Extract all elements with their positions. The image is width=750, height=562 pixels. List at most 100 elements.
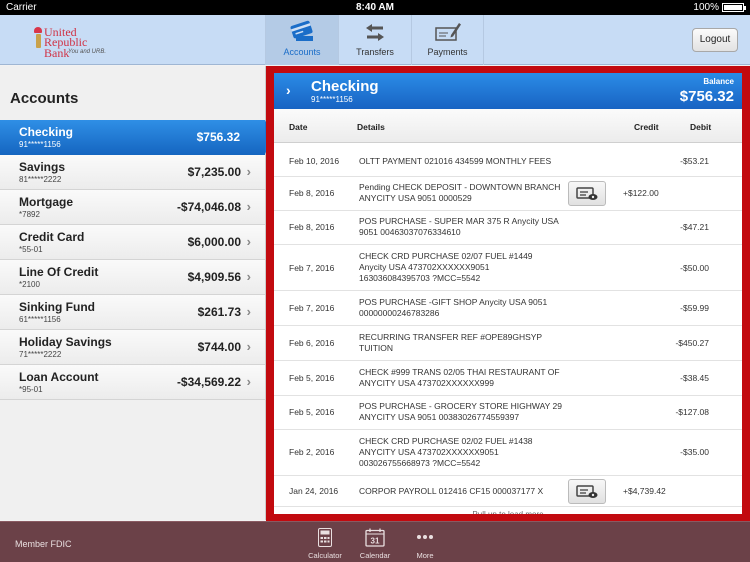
transaction-date: Feb 8, 2016 xyxy=(289,222,335,232)
transaction-row[interactable]: Feb 2, 2016 CHECK CRD PURCHASE 02/02 FUE… xyxy=(274,430,742,476)
chevron-right-icon: › xyxy=(246,234,251,249)
check-image-icon xyxy=(576,484,598,498)
tab-accounts[interactable]: Accounts xyxy=(265,15,338,65)
tab-transfers[interactable]: Transfers xyxy=(338,15,411,65)
credit-card-icon xyxy=(266,15,338,43)
sidebar-title: Accounts xyxy=(10,90,79,107)
transaction-debit: -$50.00 xyxy=(680,263,709,273)
logo-tagline: You and URB. xyxy=(67,49,106,55)
more-dots-icon xyxy=(405,527,445,547)
account-item-credit-card[interactable]: Credit Card *55-01 $6,000.00 › xyxy=(0,225,265,260)
transaction-debit: -$35.00 xyxy=(680,447,709,457)
tab-payments-label: Payments xyxy=(427,47,468,57)
transaction-date: Feb 2, 2016 xyxy=(289,447,335,457)
account-number: *2100 xyxy=(19,280,40,289)
transaction-debit: -$53.21 xyxy=(680,156,709,166)
account-name: Line Of Credit xyxy=(19,265,99,279)
account-number: *95-01 xyxy=(19,385,43,394)
transaction-details: POS PURCHASE - SUPER MAR 375 R Anycity U… xyxy=(359,216,559,237)
account-item-loan-account[interactable]: Loan Account *95-01 -$34,569.22 › xyxy=(0,365,265,400)
expand-chevron-icon[interactable]: › xyxy=(286,82,291,98)
transaction-details: RECURRING TRANSFER REF #OPE89GHSYP TUITI… xyxy=(359,332,542,353)
transaction-row[interactable]: Feb 5, 2016 CHECK #999 TRANS 02/05 THAI … xyxy=(274,361,742,396)
detail-account-number: 91*****1156 xyxy=(311,95,353,104)
calculator-icon xyxy=(305,527,345,547)
column-date[interactable]: Date xyxy=(289,122,307,132)
account-name: Sinking Fund xyxy=(19,300,95,314)
column-debit: Debit xyxy=(690,122,712,132)
transaction-date: Feb 6, 2016 xyxy=(289,338,335,348)
bank-logo: United Republic Bank You and URB. xyxy=(30,25,110,59)
chevron-right-icon: › xyxy=(246,339,251,354)
transaction-row[interactable]: Feb 10, 2016 OLTT PAYMENT 021016 434599 … xyxy=(274,144,742,177)
transaction-row[interactable]: Feb 7, 2016 POS PURCHASE -GIFT SHOP Anyc… xyxy=(274,291,742,326)
chevron-right-icon: › xyxy=(246,374,251,389)
battery-icon xyxy=(722,3,746,12)
account-balance: $7,235.00 xyxy=(187,165,241,179)
account-item-mortgage[interactable]: Mortgage *7892 -$74,046.08 › xyxy=(0,190,265,225)
account-detail-panel: › Checking 91*****1156 Balance $756.32 D… xyxy=(274,73,742,514)
transaction-details: CHECK #999 TRANS 02/05 THAI RESTAURANT O… xyxy=(359,367,560,388)
transaction-row[interactable]: Feb 8, 2016 POS PURCHASE - SUPER MAR 375… xyxy=(274,211,742,245)
transaction-date: Feb 5, 2016 xyxy=(289,373,335,383)
transaction-credit: +$4,739.42 xyxy=(623,486,666,496)
account-name: Loan Account xyxy=(19,370,99,384)
tab-payments[interactable]: Payments xyxy=(411,15,484,65)
transaction-date: Feb 8, 2016 xyxy=(289,188,335,198)
transaction-debit: -$38.45 xyxy=(680,373,709,383)
transaction-details: POS PURCHASE - GROCERY STORE HIGHWAY 29 … xyxy=(359,401,562,422)
calculator-button[interactable]: Calculator xyxy=(305,527,345,560)
chevron-right-icon: › xyxy=(246,164,251,179)
view-check-image-button[interactable] xyxy=(568,479,606,504)
account-balance: $744.00 xyxy=(197,340,241,354)
account-item-line-of-credit[interactable]: Line Of Credit *2100 $4,909.56 › xyxy=(0,260,265,295)
transaction-debit: -$450.27 xyxy=(675,338,709,348)
transactions-header: Date Details Credit Debit xyxy=(274,109,742,143)
clock: 8:40 AM xyxy=(356,2,394,13)
account-number: 81*****2222 xyxy=(19,175,62,184)
account-item-savings[interactable]: Savings 81*****2222 $7,235.00 › xyxy=(0,155,265,190)
check-image-icon xyxy=(576,186,598,200)
transaction-details: CORPOR PAYROLL 012416 CF15 000037177 X xyxy=(359,486,544,496)
footer-toolbar: Member FDIC Calculator 31 Calendar More xyxy=(0,521,750,562)
transaction-date: Feb 7, 2016 xyxy=(289,263,335,273)
calendar-icon: 31 xyxy=(355,527,395,547)
transaction-row[interactable]: Jan 24, 2016 CORPOR PAYROLL 012416 CF15 … xyxy=(274,476,742,507)
status-bar: Carrier 8:40 AM 100% xyxy=(0,0,750,15)
tab-transfers-label: Transfers xyxy=(356,47,394,57)
account-number: *55-01 xyxy=(19,245,43,254)
calculator-label: Calculator xyxy=(308,551,342,560)
transaction-details: CHECK CRD PURCHASE 02/02 FUEL #1438 ANYC… xyxy=(359,436,533,468)
transaction-row[interactable]: Feb 6, 2016 RECURRING TRANSFER REF #OPE8… xyxy=(274,326,742,361)
svg-text:31: 31 xyxy=(371,536,380,545)
account-item-holiday-savings[interactable]: Holiday Savings 71*****2222 $744.00 › xyxy=(0,330,265,365)
account-item-checking[interactable]: Checking 91*****1156 $756.32 xyxy=(0,120,273,155)
calendar-button[interactable]: 31 Calendar xyxy=(355,527,395,560)
transaction-row[interactable]: Feb 5, 2016 POS PURCHASE - GROCERY STORE… xyxy=(274,396,742,430)
account-balance: $261.73 xyxy=(197,305,241,319)
account-detail-frame: › Checking 91*****1156 Balance $756.32 D… xyxy=(266,66,750,521)
account-balance: -$74,046.08 xyxy=(176,200,241,214)
more-label: More xyxy=(416,551,434,560)
load-more-label[interactable]: Pull up to load more xyxy=(274,510,742,514)
account-balance: $6,000.00 xyxy=(187,235,241,249)
account-name: Holiday Savings xyxy=(19,335,112,349)
more-button[interactable]: More xyxy=(405,527,445,560)
column-credit: Credit xyxy=(634,122,659,132)
account-number: 71*****2222 xyxy=(19,350,62,359)
transaction-row[interactable]: Feb 7, 2016 CHECK CRD PURCHASE 02/07 FUE… xyxy=(274,245,742,291)
view-check-image-button[interactable] xyxy=(568,181,606,206)
column-details: Details xyxy=(357,122,385,132)
transaction-details: Pending CHECK DEPOSIT - DOWNTOWN BRANCH … xyxy=(359,182,561,203)
account-number: 61*****1156 xyxy=(19,315,61,324)
logout-button[interactable]: Logout xyxy=(692,28,738,52)
accounts-sidebar: Accounts Checking 91*****1156 $756.32 Sa… xyxy=(0,66,273,520)
account-name: Credit Card xyxy=(19,230,85,244)
account-name: Savings xyxy=(19,160,66,174)
check-pen-icon xyxy=(412,15,483,43)
account-item-sinking-fund[interactable]: Sinking Fund 61*****1156 $261.73 › xyxy=(0,295,265,330)
account-balance: -$34,569.22 xyxy=(176,375,241,389)
account-number: 91*****1156 xyxy=(19,140,61,149)
transaction-row[interactable]: Feb 8, 2016 Pending CHECK DEPOSIT - DOWN… xyxy=(274,177,742,211)
transaction-debit: -$47.21 xyxy=(680,222,709,232)
